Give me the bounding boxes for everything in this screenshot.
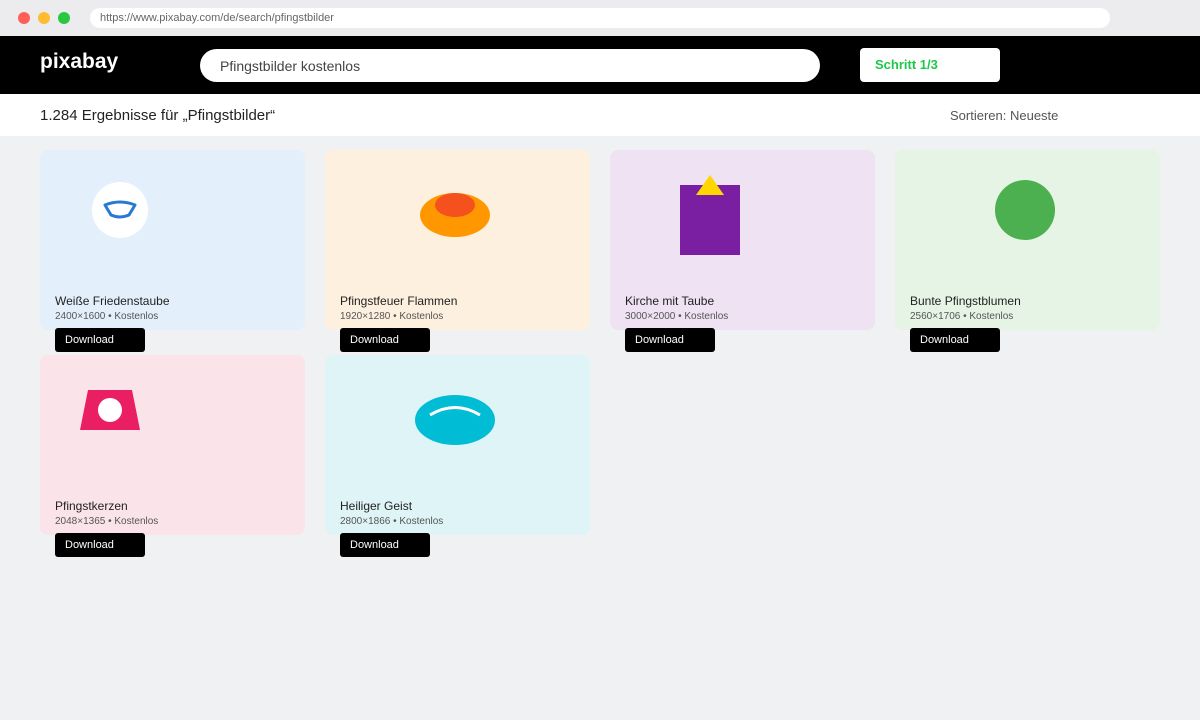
minimize-window-button[interactable] [38, 12, 50, 24]
card-title: Bunte Pfingstblumen [910, 294, 1021, 308]
download-button[interactable]: Download [55, 328, 145, 352]
address-bar[interactable]: https://www.pixabay.com/de/search/pfings… [90, 8, 1110, 28]
card-meta: 2400×1600 • Kostenlos [55, 311, 159, 322]
card-title: Pfingstfeuer Flammen [340, 294, 458, 308]
candle-icon [80, 390, 140, 430]
step-indicator-button[interactable]: Schritt 1/3 [860, 48, 1000, 82]
card-title: Kirche mit Taube [625, 294, 715, 308]
card-title: Heiliger Geist [340, 499, 413, 513]
flame-icon [420, 193, 490, 237]
image-card[interactable]: Pfingstkerzen 2048×1365 • Kostenlos [40, 355, 305, 535]
image-card[interactable]: Heiliger Geist 2800×1866 • Kostenlos [325, 355, 590, 535]
sort-dropdown[interactable]: Sortieren: Neueste [950, 108, 1058, 123]
download-button[interactable]: Download [625, 328, 715, 352]
card-title: Pfingstkerzen [55, 499, 128, 513]
image-card[interactable]: Kirche mit Taube 3000×2000 • Kostenlos [610, 150, 875, 330]
download-button[interactable]: Download [340, 328, 430, 352]
search-input[interactable] [200, 49, 820, 82]
close-window-button[interactable] [18, 12, 30, 24]
dove-icon [92, 182, 148, 238]
card-meta: 3000×2000 • Kostenlos [625, 311, 729, 322]
site-header: pixabay Schritt 1/3 [0, 36, 1200, 94]
browser-toolbar: https://www.pixabay.com/de/search/pfings… [0, 0, 1200, 36]
download-button[interactable]: Download [340, 533, 430, 557]
results-bar: 1.284 Ergebnisse für „Pfingstbilder“ Sor… [0, 94, 1200, 136]
download-button[interactable]: Download [910, 328, 1000, 352]
download-button[interactable]: Download [55, 533, 145, 557]
card-meta: 2560×1706 • Kostenlos [910, 311, 1014, 322]
image-card[interactable]: Bunte Pfingstblumen 2560×1706 • Kostenlo… [895, 150, 1160, 330]
image-card[interactable]: Pfingstfeuer Flammen 1920×1280 • Kostenl… [325, 150, 590, 330]
card-meta: 1920×1280 • Kostenlos [340, 311, 444, 322]
maximize-window-button[interactable] [58, 12, 70, 24]
flower-icon [995, 180, 1055, 240]
church-icon [680, 175, 740, 255]
holy-spirit-icon [415, 395, 495, 445]
image-card[interactable]: Weiße Friedenstaube 2400×1600 • Kostenlo… [40, 150, 305, 330]
site-logo[interactable]: pixabay [40, 50, 118, 74]
card-meta: 2048×1365 • Kostenlos [55, 516, 159, 527]
card-title: Weiße Friedenstaube [55, 294, 170, 308]
results-count: 1.284 Ergebnisse für „Pfingstbilder“ [40, 107, 276, 124]
card-meta: 2800×1866 • Kostenlos [340, 516, 444, 527]
